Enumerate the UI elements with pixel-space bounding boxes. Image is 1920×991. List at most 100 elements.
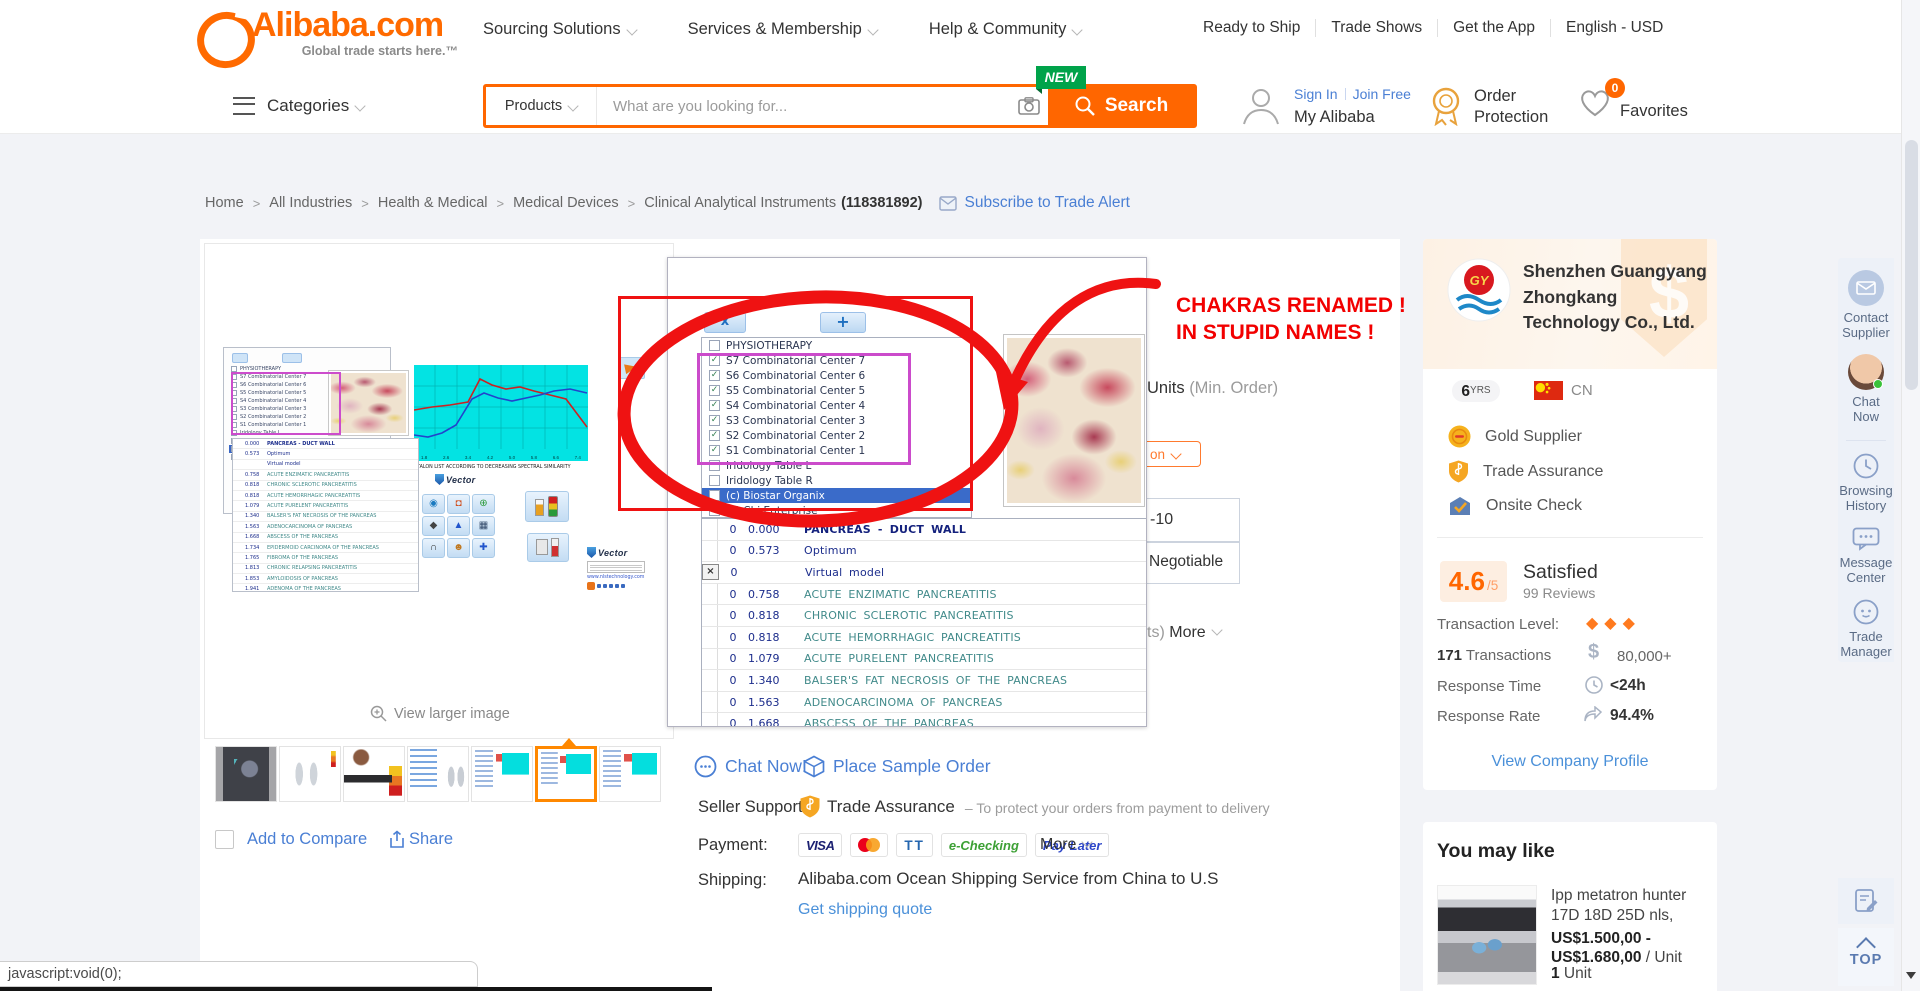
- thumbnail[interactable]: [471, 746, 533, 802]
- my-alibaba-link[interactable]: My Alibaba: [1294, 108, 1411, 127]
- breadcrumb-link[interactable]: All Industries: [269, 195, 352, 211]
- order-protection-icon: [1428, 86, 1464, 126]
- breadcrumb-link[interactable]: Home: [205, 195, 244, 211]
- thumbnail[interactable]: [407, 746, 469, 802]
- nav-item[interactable]: Sourcing Solutions: [483, 20, 636, 39]
- software-icon: ▲: [447, 516, 470, 536]
- gold-supplier-badge: Gold Supplier: [1448, 425, 1582, 448]
- utility-nav: Ready to ShipTrade ShowsGet the AppEngli…: [1188, 19, 1678, 37]
- search-input[interactable]: [597, 87, 1010, 125]
- supplier-name[interactable]: Shenzhen GuangyangZhongkangTechnology Co…: [1523, 259, 1713, 336]
- utility-link[interactable]: English - USD: [1550, 19, 1678, 37]
- account-area[interactable]: Sign In Join Free My Alibaba: [1240, 84, 1411, 127]
- back-to-top-button[interactable]: TOP: [1838, 928, 1894, 986]
- onsite-check-icon: [1448, 495, 1472, 517]
- join-free-link[interactable]: Join Free: [1353, 86, 1411, 102]
- favorites[interactable]: 0 Favorites: [1578, 88, 1612, 118]
- site-header: Alibaba.com Global trade starts here.™ S…: [0, 0, 1920, 134]
- chevron-down-icon: [355, 100, 366, 111]
- browsing-history-icon[interactable]: [1853, 453, 1879, 479]
- trade-manager-icon[interactable]: [1853, 599, 1879, 625]
- thumbnail[interactable]: [599, 746, 661, 802]
- image-search-button[interactable]: [1010, 87, 1048, 125]
- more-link[interactable]: ts) More: [1147, 624, 1221, 642]
- nav-item[interactable]: Help & Community: [929, 20, 1082, 39]
- related-product-name[interactable]: Ipp metatron hunter17D 18D 25D nls,: [1551, 886, 1686, 925]
- search-button[interactable]: Search: [1048, 87, 1194, 125]
- software-icon: ◉: [422, 494, 445, 514]
- order-protection[interactable]: OrderProtection: [1428, 86, 1548, 128]
- thumbnail[interactable]: [343, 746, 405, 802]
- thumbnail[interactable]: [279, 746, 341, 802]
- years-badge: 6YRS: [1452, 380, 1500, 402]
- breadcrumb-link[interactable]: Health & Medical: [378, 195, 488, 211]
- onsite-check-badge: Onsite Check: [1448, 495, 1582, 517]
- feedback-widget[interactable]: [1838, 878, 1894, 924]
- message-center-button[interactable]: Message Center: [1838, 555, 1894, 585]
- chevron-down-icon: [567, 100, 578, 111]
- view-company-profile-link[interactable]: View Company Profile: [1423, 753, 1717, 771]
- table-row: 01.079ACUTE PURELENT PANCREATITIS: [702, 649, 1147, 671]
- alibaba-logo[interactable]: Alibaba.com: [252, 6, 443, 45]
- breadcrumb-current[interactable]: Clinical Analytical Instruments: [644, 195, 836, 211]
- share-icon: [621, 584, 625, 588]
- chat-now-button[interactable]: Chat Now!: [694, 755, 807, 778]
- trade-manager-button[interactable]: Trade Manager: [1838, 629, 1894, 659]
- categories-menu[interactable]: Categories: [233, 96, 364, 116]
- note-pencil-icon: [1853, 888, 1879, 914]
- nav-item[interactable]: Services & Membership: [688, 20, 877, 39]
- gold-coin-icon: [1448, 425, 1471, 448]
- table-row: 00.818ACUTE HEMORRHAGIC PANCREATITIS: [702, 627, 1147, 649]
- scroll-down-arrow[interactable]: [1906, 972, 1916, 979]
- skype-icon: [587, 582, 595, 590]
- payment-more-link[interactable]: More: [1040, 836, 1091, 854]
- utility-link[interactable]: Ready to Ship: [1188, 19, 1315, 37]
- payment-label: Payment:: [698, 836, 768, 855]
- mini-magenta-highlight-box: [231, 372, 341, 435]
- utility-link[interactable]: Get the App: [1437, 19, 1550, 37]
- scrollbar-thumb[interactable]: [1905, 140, 1918, 390]
- share-icon: [597, 584, 601, 588]
- response-rate-label: Response Rate: [1437, 708, 1540, 725]
- view-larger-image[interactable]: View larger image: [370, 705, 510, 722]
- sign-in-link[interactable]: Sign In: [1294, 86, 1338, 102]
- share-button[interactable]: Share: [388, 830, 453, 849]
- utility-link[interactable]: Trade Shows: [1315, 19, 1437, 37]
- contact-supplier-icon[interactable]: [1848, 270, 1884, 306]
- add-to-compare[interactable]: Add to Compare: [215, 830, 367, 849]
- software-icon: ∩: [422, 538, 445, 558]
- software-icon: ◘: [447, 494, 470, 514]
- place-sample-order-button[interactable]: Place Sample Order: [803, 755, 991, 778]
- contact-supplier-button[interactable]: Contact Supplier: [1838, 310, 1894, 340]
- thumbnail-selected[interactable]: [535, 746, 597, 802]
- browsing-history-button[interactable]: Browsing History: [1838, 483, 1894, 513]
- trade-assurance-badge: Trade Assurance: [1448, 460, 1603, 483]
- chevron-down-icon: [867, 24, 878, 35]
- search-scope-dropdown[interactable]: Products: [486, 87, 597, 125]
- message-center-icon[interactable]: [1852, 527, 1880, 551]
- share-icon: [388, 830, 406, 849]
- breadcrumb-link[interactable]: Medical Devices: [513, 195, 619, 211]
- thumbnail[interactable]: [215, 746, 277, 802]
- subscribe-trade-alert-link[interactable]: Subscribe to Trade Alert: [965, 194, 1130, 212]
- software-icon: ✚: [472, 538, 495, 558]
- related-product-image[interactable]: [1437, 885, 1537, 985]
- get-shipping-quote-link[interactable]: Get shipping quote: [798, 901, 932, 919]
- zoom-in-icon: [370, 705, 387, 722]
- rating-box[interactable]: 4.6/5: [1440, 561, 1507, 602]
- breadcrumb: Home>All Industries>Health & Medical>Med…: [205, 194, 1130, 212]
- reviews-count[interactable]: 99 Reviews: [1523, 585, 1595, 601]
- table-row: 01.668ABSCESS OF THE PANCREAS: [702, 713, 1147, 727]
- chat-avatar[interactable]: [1848, 354, 1884, 390]
- response-rate-value: 94.4%: [1610, 707, 1654, 725]
- trade-assurance-link[interactable]: Trade Assurance: [827, 797, 955, 817]
- spectral-chart: 1.82.63.44.25.05.86.67.4: [414, 365, 588, 461]
- compare-checkbox[interactable]: [215, 830, 234, 849]
- mini-results-table: 0.000PANCREAS - DUCT WALL0.573OptimumVir…: [232, 438, 419, 592]
- divider: [1345, 88, 1346, 100]
- scrollbar[interactable]: [1901, 0, 1920, 991]
- chat-now-button[interactable]: Chat Now: [1838, 394, 1894, 424]
- red-circle-arrow-annotation: [600, 262, 1190, 552]
- window-edge: [0, 987, 712, 991]
- search-bar: Products Search: [483, 84, 1197, 128]
